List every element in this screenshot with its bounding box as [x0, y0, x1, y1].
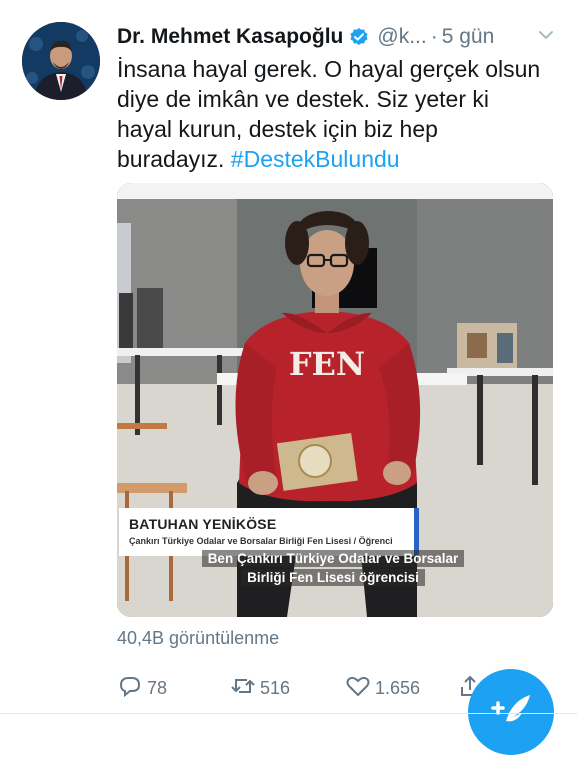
reply-icon [117, 673, 147, 704]
person-title: Çankırı Türkiye Odalar ve Borsalar Birli… [129, 536, 393, 546]
hashtag-link[interactable]: #DestekBulundu [231, 146, 400, 172]
tweet-timestamp[interactable]: 5 gün [442, 25, 495, 49]
author-name[interactable]: Dr. Mehmet Kasapoğlu [117, 25, 343, 49]
verified-badge-icon [349, 27, 369, 47]
divider [0, 713, 577, 714]
author-handle[interactable]: @k... [377, 25, 426, 49]
tweet-text: İnsana hayal gerek. O hayal gerçek olsun… [117, 54, 547, 174]
video-player[interactable]: FEN BATUHAN YENİKÖSE Çankırı Türkiye Oda… [117, 183, 553, 617]
retweet-count: 516 [260, 678, 291, 698]
tweet-header: Dr. Mehmet Kasapoğlu @k... · 5 gün [117, 22, 555, 52]
shirt-text: FEN [289, 345, 365, 383]
retweet-button[interactable]: 516 [230, 673, 290, 704]
view-count: 40,4B görüntülenme [117, 628, 280, 648]
author-avatar[interactable] [22, 22, 100, 100]
video-caption: Ben Çankırı Türkiye Odalar ve Borsalar B… [173, 549, 493, 587]
caption-line-1: Ben Çankırı Türkiye Odalar ve Borsalar [201, 550, 465, 567]
reply-button[interactable]: 78 [117, 673, 167, 704]
compose-button[interactable] [468, 669, 554, 755]
reply-count: 78 [147, 678, 168, 698]
caption-line-2: Birliği Fen Lisesi öğrencisi [241, 569, 425, 586]
retweet-icon [230, 673, 260, 704]
like-icon [345, 673, 375, 704]
person-name: BATUHAN YENİKÖSE [129, 516, 277, 532]
compose-icon [468, 695, 554, 759]
like-button[interactable]: 1.656 [345, 673, 420, 704]
separator-dot: · [430, 25, 438, 48]
chevron-down-icon[interactable] [537, 26, 555, 44]
like-count: 1.656 [375, 678, 421, 698]
